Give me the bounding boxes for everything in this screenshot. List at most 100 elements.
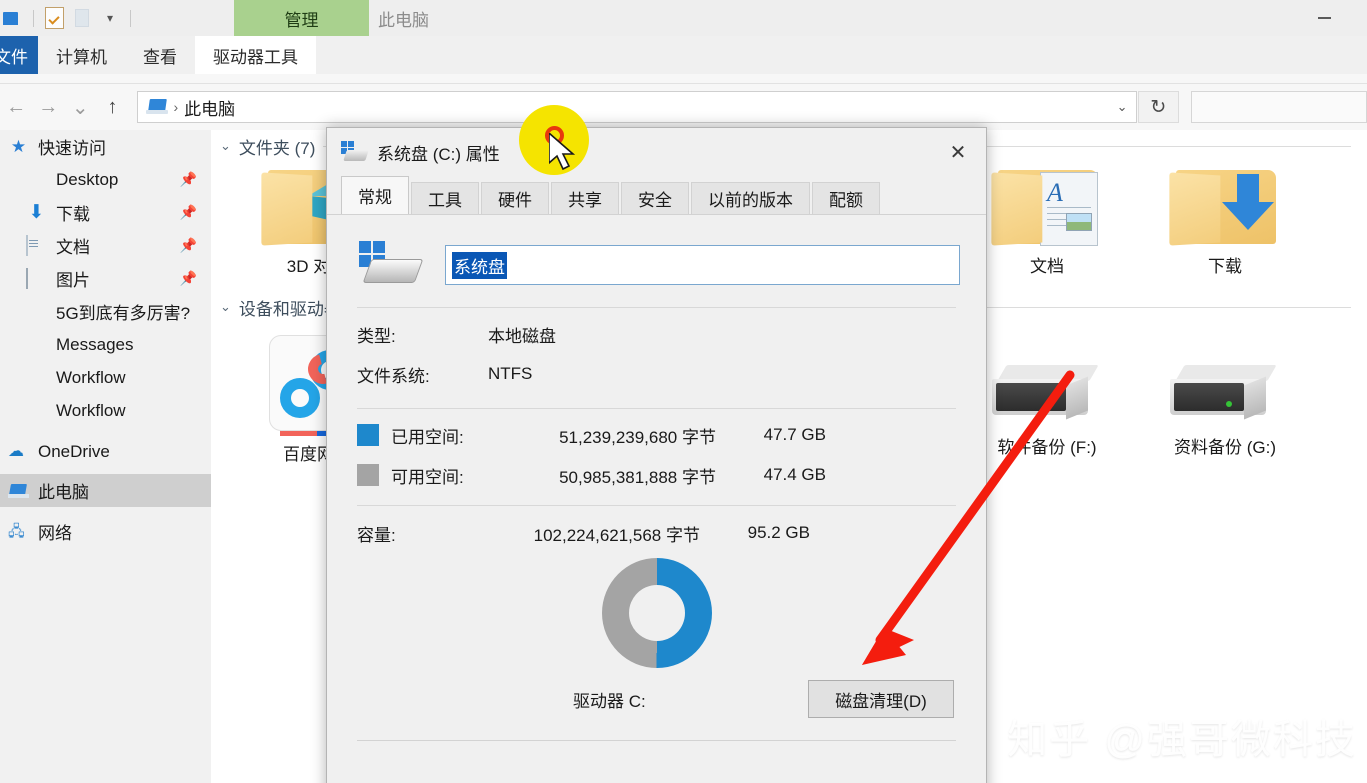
divider (357, 740, 956, 741)
drive-properties-dialog: 系统盘 (C:) 属性 ✕ 常规 工具 硬件 共享 安全 以前的版本 配额 系统… (326, 127, 987, 783)
pin-icon[interactable]: 📌 (180, 237, 197, 254)
sidebar-item-quick-access[interactable]: ★ 快速访问 (0, 130, 211, 163)
used-space-row: 已用空间: 51,239,239,680 字节 47.7 GB (353, 415, 960, 455)
sidebar-item-label: OneDrive (38, 441, 110, 461)
donut-ring (601, 558, 712, 668)
sidebar-item-label: 图片 (56, 271, 90, 290)
tab-previous-versions[interactable]: 以前的版本 (691, 182, 810, 214)
breadcrumb-separator: › (173, 99, 179, 115)
sidebar-item-label: Workflow (56, 367, 126, 387)
navigation-pane: ★ 快速访问 Desktop 📌 ⬇ 下载 📌 文档 📌 图片 📌 5G到底有多… (0, 130, 211, 783)
documents-folder-icon: A (991, 162, 1102, 248)
sidebar-item-this-pc[interactable]: 此电脑 (0, 474, 211, 507)
chevron-down-icon[interactable]: ⌄ (220, 138, 231, 154)
up-button[interactable]: ↑ (96, 90, 128, 124)
sidebar-item-label: 快速访问 (38, 139, 106, 158)
sidebar-item-documents[interactable]: 文档 📌 (0, 229, 211, 262)
new-folder-icon[interactable] (69, 5, 95, 31)
item-label: 软件备份 (F:) (997, 438, 1097, 457)
usage-donut-chart (353, 558, 960, 668)
ribbon-tab-computer[interactable]: 计算机 (38, 36, 125, 74)
used-space-gb: 47.7 GB (763, 425, 826, 444)
sidebar-item-label: 5G到底有多厉害? (56, 304, 191, 323)
minimize-button[interactable] (1301, 0, 1347, 36)
sidebar-item-network[interactable]: 🖧 网络 (0, 515, 211, 548)
dialog-tab-strip: 常规 工具 硬件 共享 安全 以前的版本 配额 (327, 176, 986, 214)
drive-icon (341, 141, 369, 163)
ribbon-tab-drive-tools[interactable]: 驱动器工具 (195, 36, 316, 74)
item-downloads[interactable]: 下载 (1136, 162, 1314, 277)
sidebar-item-folder-workflow-2[interactable]: Workflow (0, 394, 211, 427)
pictures-icon (26, 268, 47, 289)
tab-general[interactable]: 常规 (341, 176, 409, 214)
item-label: 下载 (1208, 257, 1242, 276)
type-value: 本地磁盘 (488, 326, 556, 346)
back-button[interactable]: ← (0, 90, 32, 124)
ribbon-tab-strip: 文件 计算机 查看 驱动器工具 (0, 36, 1367, 74)
explorer-window-icon (0, 5, 26, 31)
address-dropdown-icon[interactable]: ⌄ (1117, 99, 1128, 115)
search-input[interactable] (1191, 91, 1367, 123)
tab-tools[interactable]: 工具 (411, 182, 479, 214)
filesystem-label: 文件系统: (357, 366, 430, 386)
sidebar-item-label: 下载 (56, 205, 90, 224)
sidebar-item-downloads[interactable]: ⬇ 下载 📌 (0, 196, 211, 229)
mouse-cursor (549, 133, 576, 171)
refresh-button[interactable]: ↻ (1137, 91, 1180, 123)
folder-icon (26, 335, 47, 354)
close-icon[interactable]: ✕ (930, 128, 986, 176)
dialog-title-bar: 系统盘 (C:) 属性 ✕ (327, 128, 986, 176)
volume-name-input[interactable]: 系统盘 (445, 245, 960, 285)
disk-cleanup-button[interactable]: 磁盘清理(D) (808, 680, 954, 718)
ribbon-tab-file[interactable]: 文件 (0, 36, 38, 74)
sidebar-item-folder-5g[interactable]: 5G到底有多厉害? (0, 295, 211, 328)
divider (357, 505, 956, 506)
tab-hardware[interactable]: 硬件 (481, 182, 549, 214)
screenshot-root: ▾ 管理 此电脑 文件 计算机 查看 驱动器工具 ← → ⌄ ↑ › 此电脑 ⌄ (0, 0, 1367, 783)
drive-caption: 驱动器 C: (573, 691, 646, 711)
free-space-label: 可用空间: (391, 467, 464, 487)
item-label: 资料备份 (G:) (1174, 438, 1276, 457)
forward-button[interactable]: → (32, 90, 64, 124)
item-drive-g[interactable]: 资料备份 (G:) (1136, 365, 1314, 465)
ribbon-body (0, 74, 1367, 84)
folder-icon (26, 302, 47, 321)
sidebar-item-label: Desktop (56, 169, 119, 189)
group-header-label: 文件夹 (7) (238, 138, 316, 158)
address-bar-row: ← → ⌄ ↑ › 此电脑 ⌄ ↻ (0, 84, 1367, 130)
type-label: 类型: (357, 326, 396, 346)
filesystem-row: 文件系统: NTFS (353, 354, 960, 394)
tab-sharing[interactable]: 共享 (551, 182, 619, 214)
contextual-tab-manage[interactable]: 管理 (234, 0, 369, 36)
breadcrumb-path[interactable]: 此电脑 (184, 95, 235, 120)
sidebar-item-label: 文档 (56, 238, 90, 257)
this-pc-icon (8, 483, 29, 500)
used-space-label: 已用空间: (391, 427, 464, 447)
folder-icon (26, 368, 47, 387)
sidebar-item-desktop[interactable]: Desktop 📌 (0, 163, 211, 196)
sidebar-item-onedrive[interactable]: ☁ OneDrive (0, 435, 211, 468)
tab-quota[interactable]: 配额 (812, 182, 880, 214)
sidebar-item-folder-workflow-1[interactable]: Workflow (0, 361, 211, 394)
used-space-swatch (357, 424, 379, 446)
pin-icon[interactable]: 📌 (180, 204, 197, 221)
free-space-gb: 47.4 GB (763, 465, 826, 484)
address-input[interactable]: › 此电脑 ⌄ (136, 91, 1137, 123)
type-row: 类型: 本地磁盘 (353, 314, 960, 354)
external-drive-icon (1170, 365, 1280, 429)
toolbar-divider-2 (130, 9, 131, 27)
pin-icon[interactable]: 📌 (180, 171, 197, 188)
recent-locations-button[interactable]: ⌄ (64, 90, 96, 124)
chevron-down-icon[interactable]: ⌄ (220, 299, 231, 315)
downloads-icon: ⬇ (28, 202, 45, 223)
watermark: 知乎 @强哥微科技 (1007, 718, 1357, 762)
quick-access-dropdown-icon[interactable]: ▾ (97, 5, 123, 31)
properties-checkbox-icon[interactable] (41, 5, 67, 31)
sidebar-item-pictures[interactable]: 图片 📌 (0, 262, 211, 295)
ribbon-tab-view[interactable]: 查看 (125, 36, 195, 74)
sidebar-item-label: Workflow (56, 400, 126, 420)
pin-icon[interactable]: 📌 (180, 270, 197, 287)
sidebar-item-folder-messages[interactable]: Messages (0, 328, 211, 361)
desktop-icon (26, 170, 47, 189)
tab-security[interactable]: 安全 (621, 182, 689, 214)
